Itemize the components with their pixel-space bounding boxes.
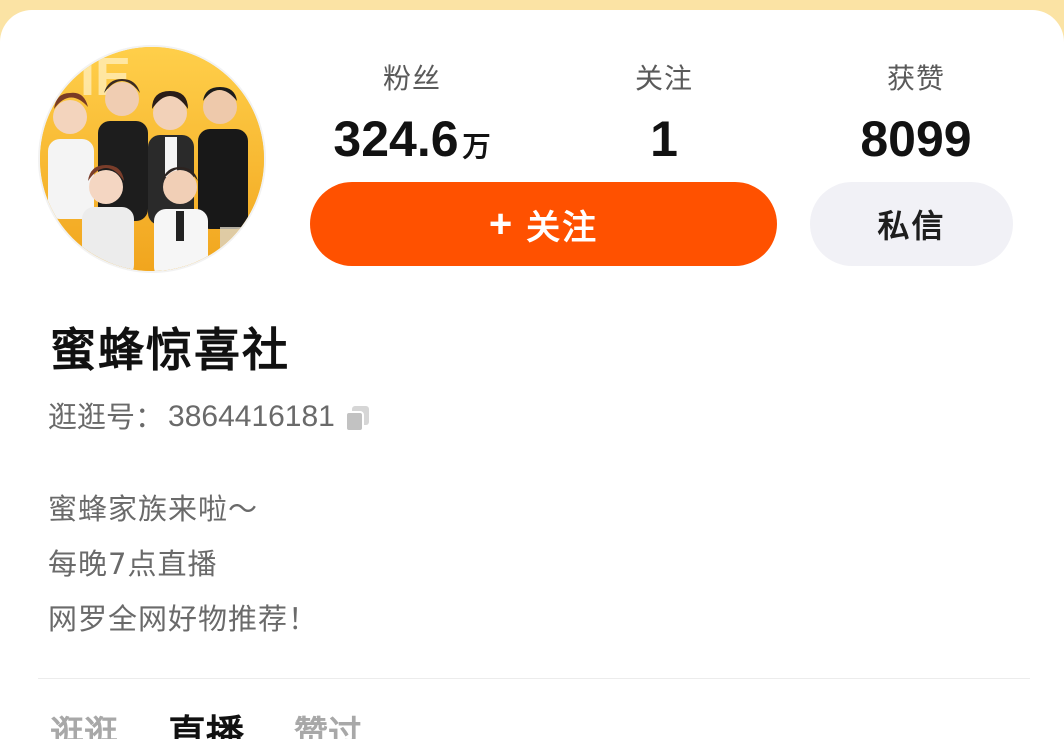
tab-live[interactable]: 直播 [168,714,244,739]
avatar[interactable]: IE [38,45,266,273]
message-button[interactable]: 私信 [810,182,1013,266]
tab-browse[interactable]: 逛逛 [50,714,118,739]
tab-liked[interactable]: 赞过 [294,714,362,739]
profile-tabs: 逛逛 直播 赞过 [50,714,362,739]
bio-line: 网罗全网好物推荐！ [48,602,319,636]
bio-line: 每晚7点直播 [48,547,218,581]
account-id-row: 逛逛号： 3864416181 [48,397,373,437]
following-label: 关注 [634,62,693,95]
account-id-label: 逛逛号： [48,400,165,434]
fans-stat[interactable]: 粉丝 324.6 万 [302,62,522,175]
following-stat[interactable]: 关注 1 [554,62,774,167]
likes-label: 获赞 [886,62,945,95]
profile-card: IE 粉丝 324.6 万 关注 1 获赞 8099 + 关注 私信 蜜蜂惊喜社… [0,10,1064,739]
plus-icon: + [488,202,515,246]
fans-label: 粉丝 [382,62,441,95]
profile-name: 蜜蜂惊喜社 [50,323,290,377]
follow-button-label: 关注 [526,207,599,248]
copy-icon[interactable] [343,403,373,433]
divider [38,678,1030,679]
message-button-label: 私信 [877,207,946,245]
fans-count: 324.6 万 [302,111,522,175]
bio-line: 蜜蜂家族来啦～ [48,492,259,526]
fans-unit: 万 [462,130,491,163]
account-id-value: 3864416181 [168,400,335,433]
follow-button[interactable]: + 关注 [310,182,777,266]
fans-value: 324.6 [333,111,459,167]
following-count: 1 [650,111,678,167]
likes-stat[interactable]: 获赞 8099 [806,62,1026,167]
avatar-image: IE [40,47,264,271]
likes-count: 8099 [860,111,972,167]
bio: 蜜蜂家族来啦～ 每晚7点直播 网罗全网好物推荐！ [48,482,318,647]
